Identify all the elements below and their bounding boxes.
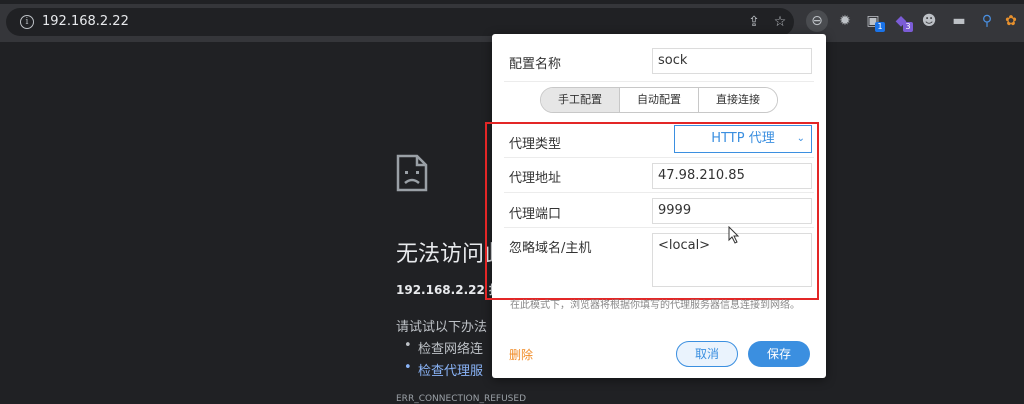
error-code: ERR_CONNECTION_REFUSED [396,394,526,404]
cookie-extension-icon[interactable]: ✿ [1000,10,1022,32]
broken-page-icon [396,154,428,192]
error-suggestion-item: 检查网络连 [404,338,483,357]
proxy-type-label: 代理类型 [509,137,562,152]
panda-extension-icon[interactable]: ☻ [918,10,940,32]
error-title: 无法访问此 [396,242,507,267]
address-bar[interactable]: i 192.168.2.22 ⇪ ☆ [6,8,794,36]
error-suggestion-heading: 请试试以下办法 [396,320,488,335]
proxy-type-select[interactable]: HTTP 代理 ⌄ [674,125,812,153]
error-host: 192.168.2.22 拒 [396,283,502,297]
delete-button[interactable]: 删除 [509,346,533,363]
divider [504,192,814,193]
tab-strip-edge [0,0,1024,4]
info-icon[interactable]: i [20,15,34,29]
share-icon[interactable]: ⇪ [746,14,762,30]
proxy-extension-icon[interactable]: ⊖ [806,10,828,32]
divider [504,227,814,228]
tab-auto[interactable]: 自动配置 [620,88,699,112]
extension-badge-1: 1 [875,22,885,32]
mouse-cursor-icon [728,226,740,244]
bypass-hosts-label: 忽略域名/主机 [509,241,592,256]
proxy-port-input[interactable]: 9999 [652,198,812,224]
proxy-address-input[interactable]: 47.98.210.85 [652,163,812,189]
pin-extension-icon[interactable]: ⚲ [976,10,998,32]
proxy-mode-tabs: 手工配置 自动配置 直接连接 [540,87,778,113]
star-icon[interactable]: ☆ [772,14,788,30]
profile-name-label: 配置名称 [509,57,562,72]
extension-badge-3: 3 [903,22,913,32]
error-suggestion-link[interactable]: 检查代理服 [404,360,483,379]
proxy-settings-popup: 配置名称 sock 手工配置 自动配置 直接连接 代理类型 HTTP 代理 ⌄ … [485,34,826,378]
save-button[interactable]: 保存 [748,341,810,367]
proxy-type-value: HTTP 代理 [711,131,775,146]
tab-manual[interactable]: 手工配置 [541,88,620,112]
url-text[interactable]: 192.168.2.22 [42,14,129,29]
tab-direct[interactable]: 直接连接 [699,88,777,112]
chevron-down-icon: ⌄ [796,133,805,144]
divider [504,81,814,82]
gear-extension-icon[interactable]: ✹ [834,10,856,32]
cancel-button[interactable]: 取消 [676,341,738,367]
divider [504,157,814,158]
proxy-address-label: 代理地址 [509,171,562,186]
proxy-port-label: 代理端口 [509,207,562,222]
mode-description: 在此模式下，浏览器将根据你填写的代理服务器信息连接到网络。 [510,300,800,311]
profile-name-input[interactable]: sock [652,48,812,74]
hat-extension-icon[interactable]: ▬ [948,10,970,32]
